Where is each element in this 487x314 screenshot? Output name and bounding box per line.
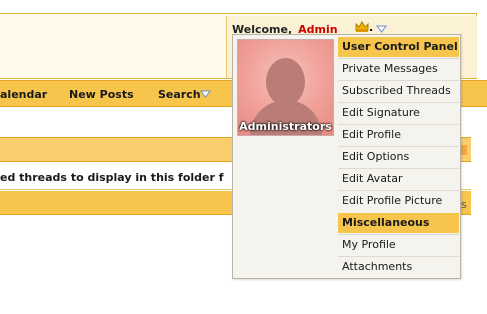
avatar-caption: Administrators xyxy=(239,120,332,133)
menu-item-edit-profile-picture[interactable]: Edit Profile Picture xyxy=(338,191,459,211)
nav-new-posts[interactable]: New Posts xyxy=(69,88,134,101)
menu-item-edit-profile[interactable]: Edit Profile xyxy=(338,125,459,145)
menu-item-subscribed-threads[interactable]: Subscribed Threads xyxy=(338,81,459,101)
avatar-silhouette-head xyxy=(266,58,305,106)
menu-item-attachments[interactable]: Attachments xyxy=(338,257,459,277)
crown-icon xyxy=(355,21,369,32)
nav-search[interactable]: Search xyxy=(158,88,201,101)
menu-item-user-control-panel[interactable]: User Control Panel xyxy=(338,37,459,57)
nav-calendar[interactable]: alendar xyxy=(0,88,47,101)
empty-folder-message: ed threads to display in this folder f xyxy=(0,171,224,184)
menu-item-edit-signature[interactable]: Edit Signature xyxy=(338,103,459,123)
chevron-down-icon[interactable] xyxy=(376,25,387,33)
menu-item-my-profile[interactable]: My Profile xyxy=(338,235,459,255)
footer-trailing-text: s xyxy=(461,198,467,211)
separator-dot: . xyxy=(369,21,374,34)
chevron-down-icon[interactable] xyxy=(200,90,211,98)
menu-item-edit-options[interactable]: Edit Options xyxy=(338,147,459,167)
menu-item-edit-avatar[interactable]: Edit Avatar xyxy=(338,169,459,189)
menu-item-private-messages[interactable]: Private Messages xyxy=(338,59,459,79)
menu-item-miscellaneous: Miscellaneous xyxy=(338,213,459,233)
avatar[interactable]: Administrators xyxy=(237,39,334,136)
